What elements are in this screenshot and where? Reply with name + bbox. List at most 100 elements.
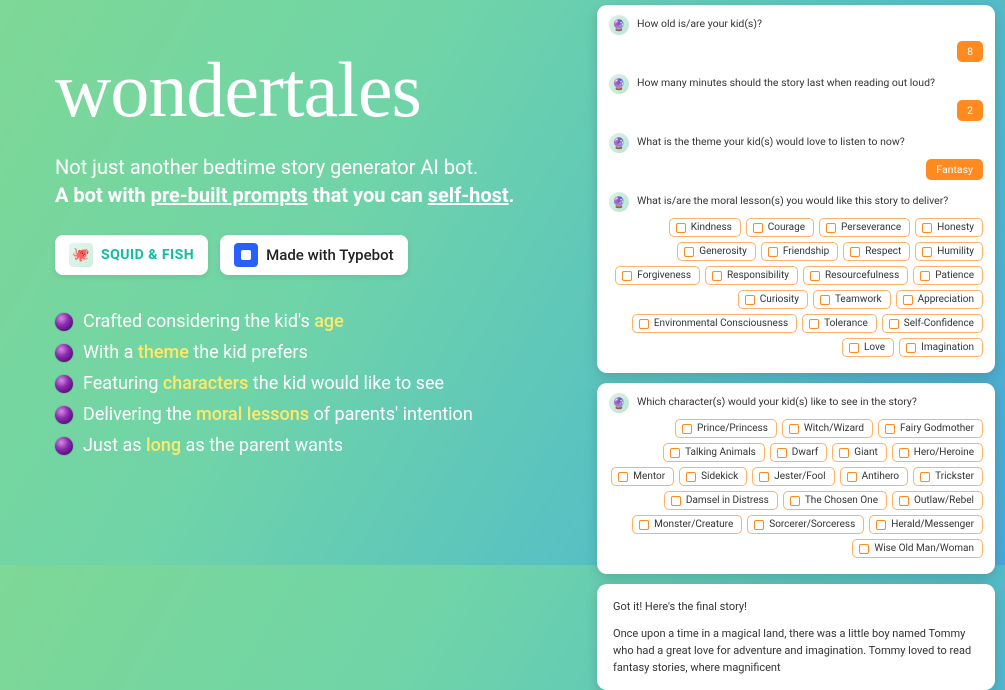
character-chip-label: Antihero [862,471,900,482]
question-characters: Which character(s) would your kid(s) lik… [637,391,917,412]
moral-chip[interactable]: Friendship [761,242,838,261]
answer-theme: Fantasy [926,159,983,180]
question-morals: What is/are the moral lesson(s) you woul… [637,190,948,211]
characters-chip-group: Prince/Princess Witch/Wizard Fairy Godmoth… [609,419,983,558]
logo: wondertales [55,55,575,125]
checkbox-icon [790,496,800,506]
moral-chip[interactable]: Kindness [669,218,741,237]
checkbox-icon [826,223,836,233]
checkbox-icon [676,223,686,233]
character-chip[interactable]: Fairy Godmother [878,419,983,438]
orb-icon [55,406,73,424]
moral-chip-label: Resourcefulness [825,270,899,281]
character-chip[interactable]: Antihero [840,467,909,486]
bot-avatar: 🔮 [609,74,629,94]
checkbox-icon [754,520,764,530]
checkbox-icon [671,496,681,506]
moral-chip[interactable]: Humility [915,242,983,261]
character-chip-label: Giant [854,447,877,458]
moral-chip[interactable]: Self-Confidence [882,314,983,333]
moral-chip-label: Honesty [937,222,974,233]
story-intro: Got it! Here's the final story! [613,598,979,615]
bot-avatar: 🔮 [609,133,629,153]
character-chip-label: Fairy Godmother [900,423,974,434]
character-chip[interactable]: Wise Old Man/Woman [852,539,983,558]
moral-chip[interactable]: Imagination [899,338,983,357]
badge-typebot[interactable]: Made with Typebot [220,235,407,275]
character-chip[interactable]: Prince/Princess [675,419,777,438]
character-chip[interactable]: Sidekick [679,467,747,486]
moral-chip[interactable]: Perseverance [819,218,910,237]
f3-pre: Delivering the [83,404,196,425]
character-chip-label: Talking Animals [685,447,756,458]
moral-chip[interactable]: Resourcefulness [803,266,908,285]
character-chip[interactable]: Outlaw/Rebel [892,491,983,510]
character-chip[interactable]: Giant [832,443,886,462]
moral-chip-label: Humility [937,246,974,257]
character-chip[interactable]: Talking Animals [663,443,765,462]
moral-chip[interactable]: Teamwork [813,290,891,309]
typebot-icon [234,243,258,267]
moral-chip[interactable]: Responsibility [705,266,798,285]
moral-chip-label: Perseverance [841,222,901,233]
moral-chip-label: Forgiveness [637,270,691,281]
character-chip-label: Witch/Wizard [804,423,864,434]
character-chip[interactable]: Trickster [913,467,983,486]
moral-chip[interactable]: Patience [913,266,983,285]
moral-chip[interactable]: Courage [746,218,814,237]
moral-chip[interactable]: Respect [843,242,910,261]
f2-pre: Featuring [83,373,163,394]
moral-chip[interactable]: Generosity [677,242,756,261]
checkbox-icon [759,472,769,482]
checkbox-icon [810,271,820,281]
checkbox-icon [809,319,819,329]
badge-squid-fish[interactable]: 🐙 SQUID & FISH [55,235,208,275]
character-chip[interactable]: The Chosen One [783,491,887,510]
checkbox-icon [712,271,722,281]
moral-chip[interactable]: Environmental Consciousness [632,314,797,333]
character-chip-label: Trickster [935,471,974,482]
moral-chip[interactable]: Forgiveness [615,266,700,285]
checkbox-icon [920,271,930,281]
checkbox-icon [670,448,680,458]
moral-chip-label: Teamwork [835,294,882,305]
moral-chip-label: Environmental Consciousness [654,318,788,329]
character-chip[interactable]: Monster/Creature [632,515,742,534]
feature-list: Crafted considering the kid's age With a… [55,311,575,456]
character-chip[interactable]: Witch/Wizard [782,419,873,438]
character-chip[interactable]: Damsel in Distress [664,491,778,510]
checkbox-icon [889,319,899,329]
character-chip-label: Wise Old Man/Woman [874,543,974,554]
checkbox-icon [839,448,849,458]
character-chip-label: The Chosen One [805,495,878,506]
character-chip[interactable]: Herald/Messenger [869,515,983,534]
tagline2-prefix: A bot with [55,183,151,207]
character-chip[interactable]: Hero/Heroine [892,443,983,462]
bot-avatar: 🔮 [609,393,629,413]
question-length: How many minutes should the story last w… [637,72,935,93]
moral-chip-label: Love [864,342,885,353]
checkbox-icon [684,247,694,257]
checkbox-icon [885,424,895,434]
character-chip[interactable]: Sorcerer/Sorceress [747,515,864,534]
moral-chip-label: Tolerance [824,318,868,329]
f2-post: the kid would like to see [248,373,444,394]
squid-fish-icon: 🐙 [69,243,93,267]
character-chip[interactable]: Dwarf [770,443,827,462]
moral-chip[interactable]: Curiosity [738,290,808,309]
checkbox-icon [920,472,930,482]
moral-chip[interactable]: Tolerance [802,314,877,333]
character-chip[interactable]: Jester/Fool [752,467,834,486]
moral-chip-label: Respect [865,246,901,257]
orb-icon [55,437,73,455]
moral-chip[interactable]: Appreciation [896,290,983,309]
moral-chip[interactable]: Honesty [915,218,983,237]
character-chip-label: Sorcerer/Sorceress [769,519,855,530]
moral-chip[interactable]: Love [842,338,894,357]
tagline-line2: A bot with pre-built prompts that you ca… [55,183,575,207]
checkbox-icon [768,247,778,257]
feature-item: Delivering the moral lessons of parents'… [55,404,575,425]
f4-hl: long [146,435,181,456]
moral-chip-label: Generosity [699,246,747,257]
character-chip[interactable]: Mentor [611,467,674,486]
